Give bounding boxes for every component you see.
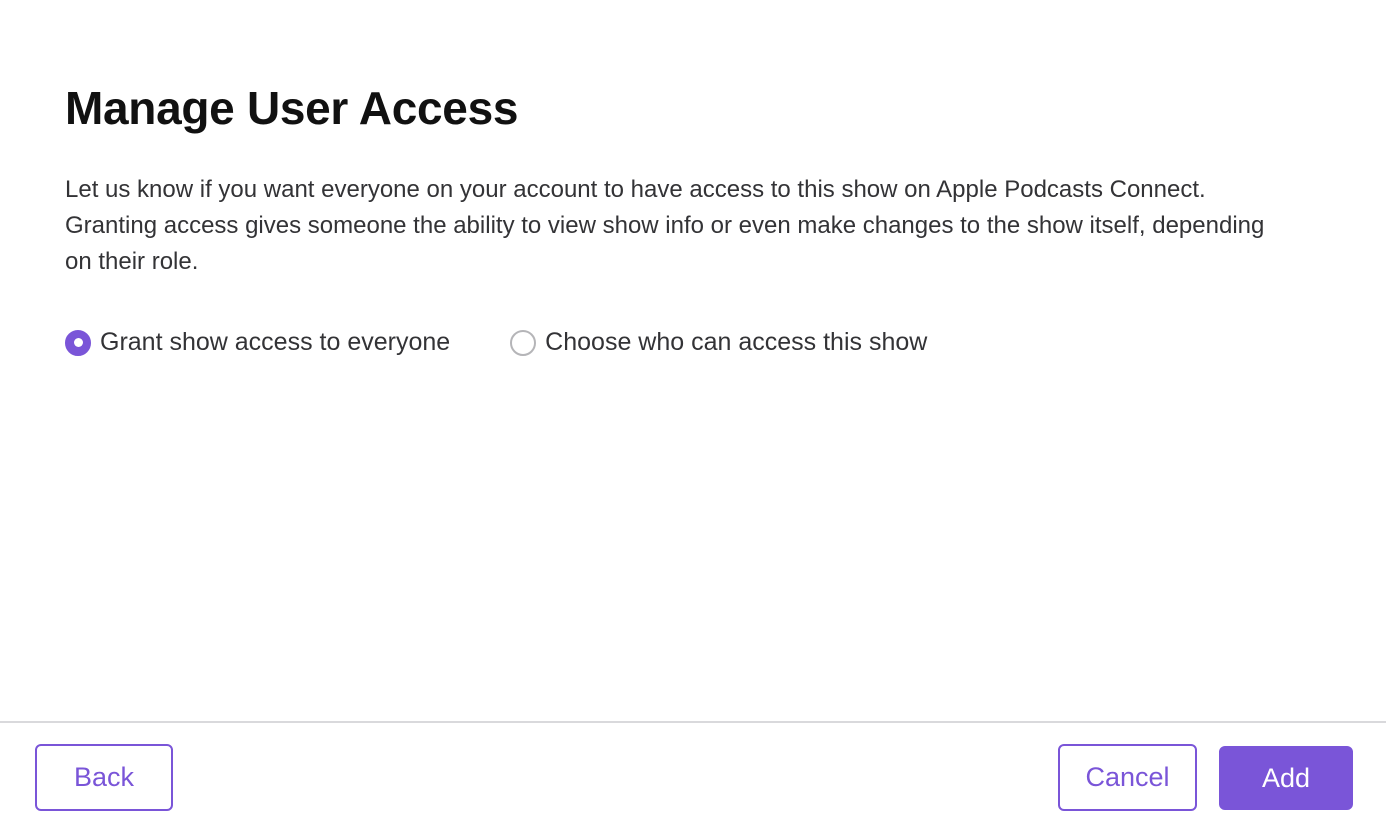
radio-selected-icon[interactable] (65, 329, 91, 356)
dialog-footer: Back Cancel Add (0, 721, 1386, 824)
option-choose-who[interactable]: Choose who can access this show (510, 328, 927, 357)
option-grant-everyone[interactable]: Grant show access to everyone (65, 328, 450, 357)
dialog-content: Manage User Access Let us know if you wa… (65, 80, 1295, 357)
access-options: Grant show access to everyone Choose who… (65, 328, 1295, 357)
add-button[interactable]: Add (1219, 746, 1353, 810)
cancel-button[interactable]: Cancel (1058, 744, 1197, 811)
option-label-grant-everyone: Grant show access to everyone (100, 328, 451, 356)
option-label-choose-who: Choose who can access this show (545, 328, 928, 356)
radio-dot (73, 338, 83, 347)
back-button[interactable]: Back (35, 744, 173, 811)
radio-unselected-icon[interactable] (510, 329, 537, 356)
manage-user-access-dialog: Manage User Access Let us know if you wa… (0, 0, 1386, 824)
page-title: Manage User Access (65, 82, 519, 134)
dialog-description: Let us know if you want everyone on your… (65, 176, 1265, 275)
